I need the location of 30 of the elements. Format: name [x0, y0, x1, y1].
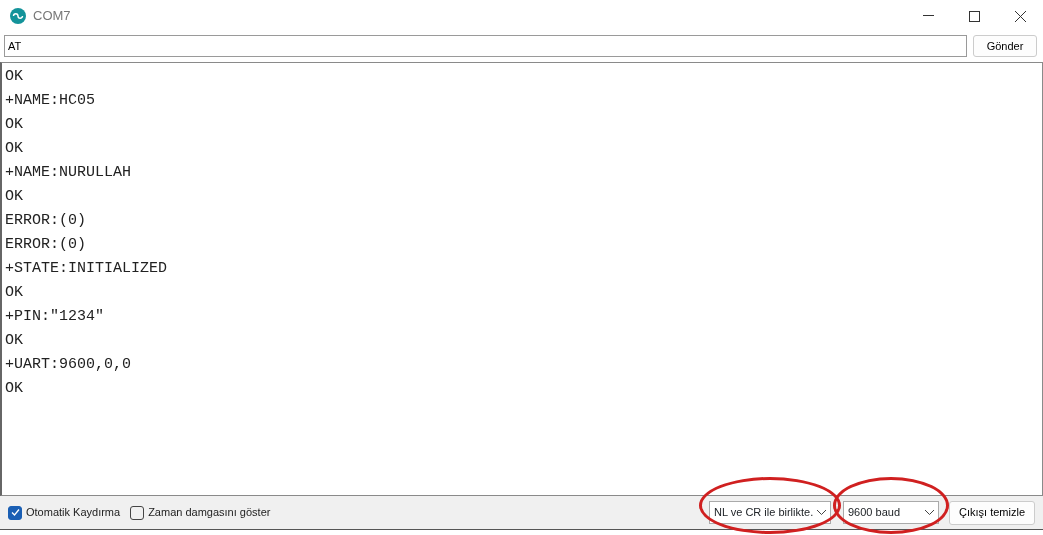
close-icon	[1014, 10, 1026, 22]
minimize-icon	[922, 15, 934, 17]
checkbox[interactable]	[8, 505, 22, 520]
output-line: ERROR:(0)	[4, 235, 87, 255]
dropdown[interactable]: 9600 baud	[843, 501, 939, 524]
checkbox-label: Otomatik Kaydırma	[26, 505, 121, 521]
output-line: OK	[4, 67, 24, 87]
send-button[interactable]: Gönder	[973, 35, 1037, 57]
checkbox-label: Zaman damgasını göster	[148, 505, 271, 521]
output-line: +STATE:INITIALIZED	[4, 259, 169, 279]
message-input[interactable]: AT	[4, 35, 967, 57]
window-title: COM7	[33, 7, 71, 26]
output-line: OK	[4, 139, 24, 159]
chevron-down-icon	[925, 510, 934, 515]
output-line: +PIN:"1234"	[4, 307, 106, 327]
app-logo-icon	[10, 8, 26, 24]
output-line: OK	[4, 187, 24, 207]
dropdown[interactable]: NL ve CR ile birlikte.	[709, 501, 831, 524]
checkbox[interactable]	[130, 505, 145, 520]
chevron-down-icon	[817, 510, 826, 515]
output-line: +UART:9600,0,0	[4, 355, 133, 375]
output-line: OK	[4, 283, 24, 303]
output-line: +NAME:HC05	[4, 91, 96, 111]
output-line: +NAME:NURULLAH	[4, 163, 133, 183]
output-line: OK	[4, 379, 24, 399]
output-line: OK	[4, 331, 24, 351]
maximize-icon	[968, 10, 980, 22]
clear-output-button[interactable]: Çıkışı temizle	[949, 500, 1035, 525]
output-line: ERROR:(0)	[4, 211, 87, 231]
output-line: OK	[4, 115, 24, 135]
